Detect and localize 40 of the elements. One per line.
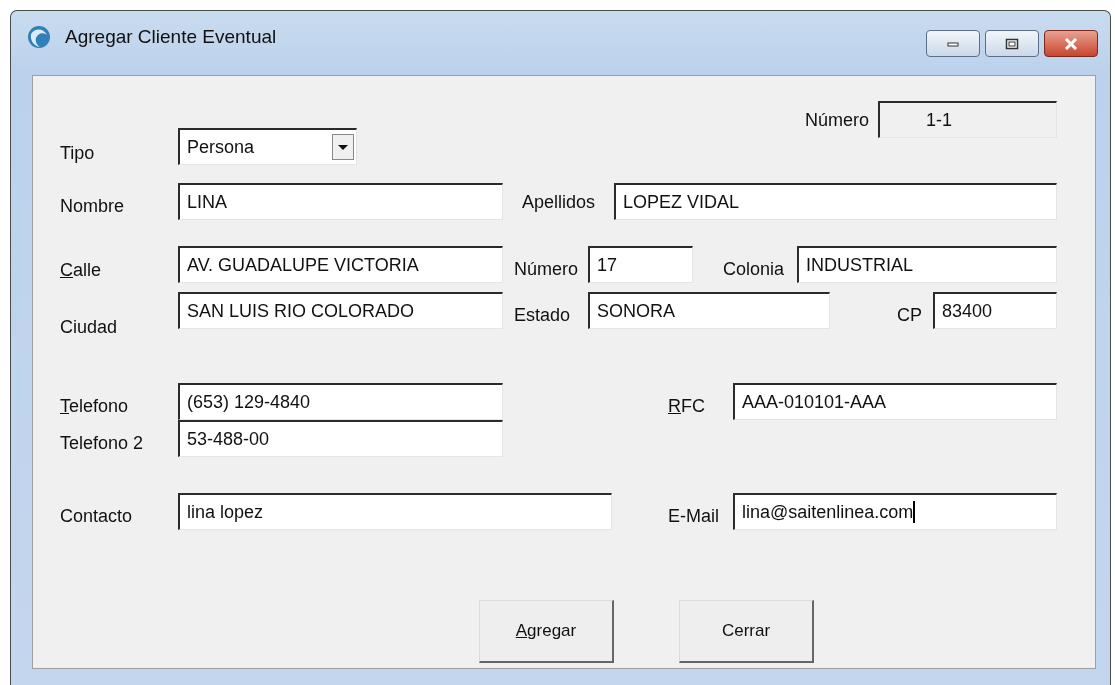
text-field[interactable]: SAN LUIS RIO COLORADO bbox=[178, 292, 503, 329]
type-dropdown[interactable]: Persona bbox=[178, 128, 357, 165]
field-label: Número bbox=[805, 110, 871, 130]
text-field[interactable]: AV. GUADALUPE VICTORIA bbox=[178, 246, 503, 283]
dialog-button[interactable]: Cerrar bbox=[679, 600, 814, 663]
field-label: Tipo bbox=[60, 143, 96, 163]
field-label: Apellidos bbox=[522, 192, 597, 212]
close-icon bbox=[1064, 37, 1078, 50]
field-label: Contacto bbox=[60, 506, 134, 526]
field-label: Ciudad bbox=[60, 317, 119, 337]
field-label: E-Mail bbox=[668, 506, 720, 526]
text-field[interactable]: lina@saitenlinea.com bbox=[733, 493, 1057, 530]
text-field[interactable]: 83400 bbox=[933, 292, 1057, 329]
field-label: Número bbox=[514, 259, 580, 279]
text-field[interactable]: lina lopez bbox=[178, 493, 612, 530]
field-label: Telefono bbox=[60, 396, 130, 416]
window-title: Agregar Cliente Eventual bbox=[65, 25, 277, 48]
field-label: CP bbox=[897, 305, 923, 325]
text-field[interactable]: AAA-010101-AAA bbox=[733, 383, 1057, 420]
text-field[interactable]: 53-488-00 bbox=[178, 420, 503, 457]
close-button[interactable] bbox=[1044, 30, 1098, 57]
field-label: Estado bbox=[514, 305, 572, 325]
field-label: Telefono 2 bbox=[60, 433, 145, 453]
text-field[interactable]: 17 bbox=[588, 246, 693, 283]
app-logo-icon bbox=[27, 24, 51, 49]
text-field[interactable]: LINA bbox=[178, 183, 503, 220]
maximize-button[interactable] bbox=[985, 30, 1039, 57]
field-label: Calle bbox=[60, 260, 103, 280]
field-label: Nombre bbox=[60, 196, 126, 216]
field-label: RFC bbox=[668, 396, 706, 416]
dropdown-value: Persona bbox=[187, 136, 255, 158]
text-field[interactable]: LOPEZ VIDAL bbox=[614, 183, 1057, 220]
text-field[interactable]: (653) 129-4840 bbox=[178, 383, 503, 420]
maximize-icon bbox=[1005, 37, 1019, 50]
dialog-button[interactable]: Agregar bbox=[479, 600, 614, 663]
field-label: Colonia bbox=[723, 259, 786, 279]
text-field[interactable]: INDUSTRIAL bbox=[797, 246, 1057, 283]
text-field[interactable]: SONORA bbox=[588, 292, 830, 329]
minimize-button[interactable] bbox=[926, 30, 980, 57]
minimize-icon bbox=[947, 40, 959, 47]
